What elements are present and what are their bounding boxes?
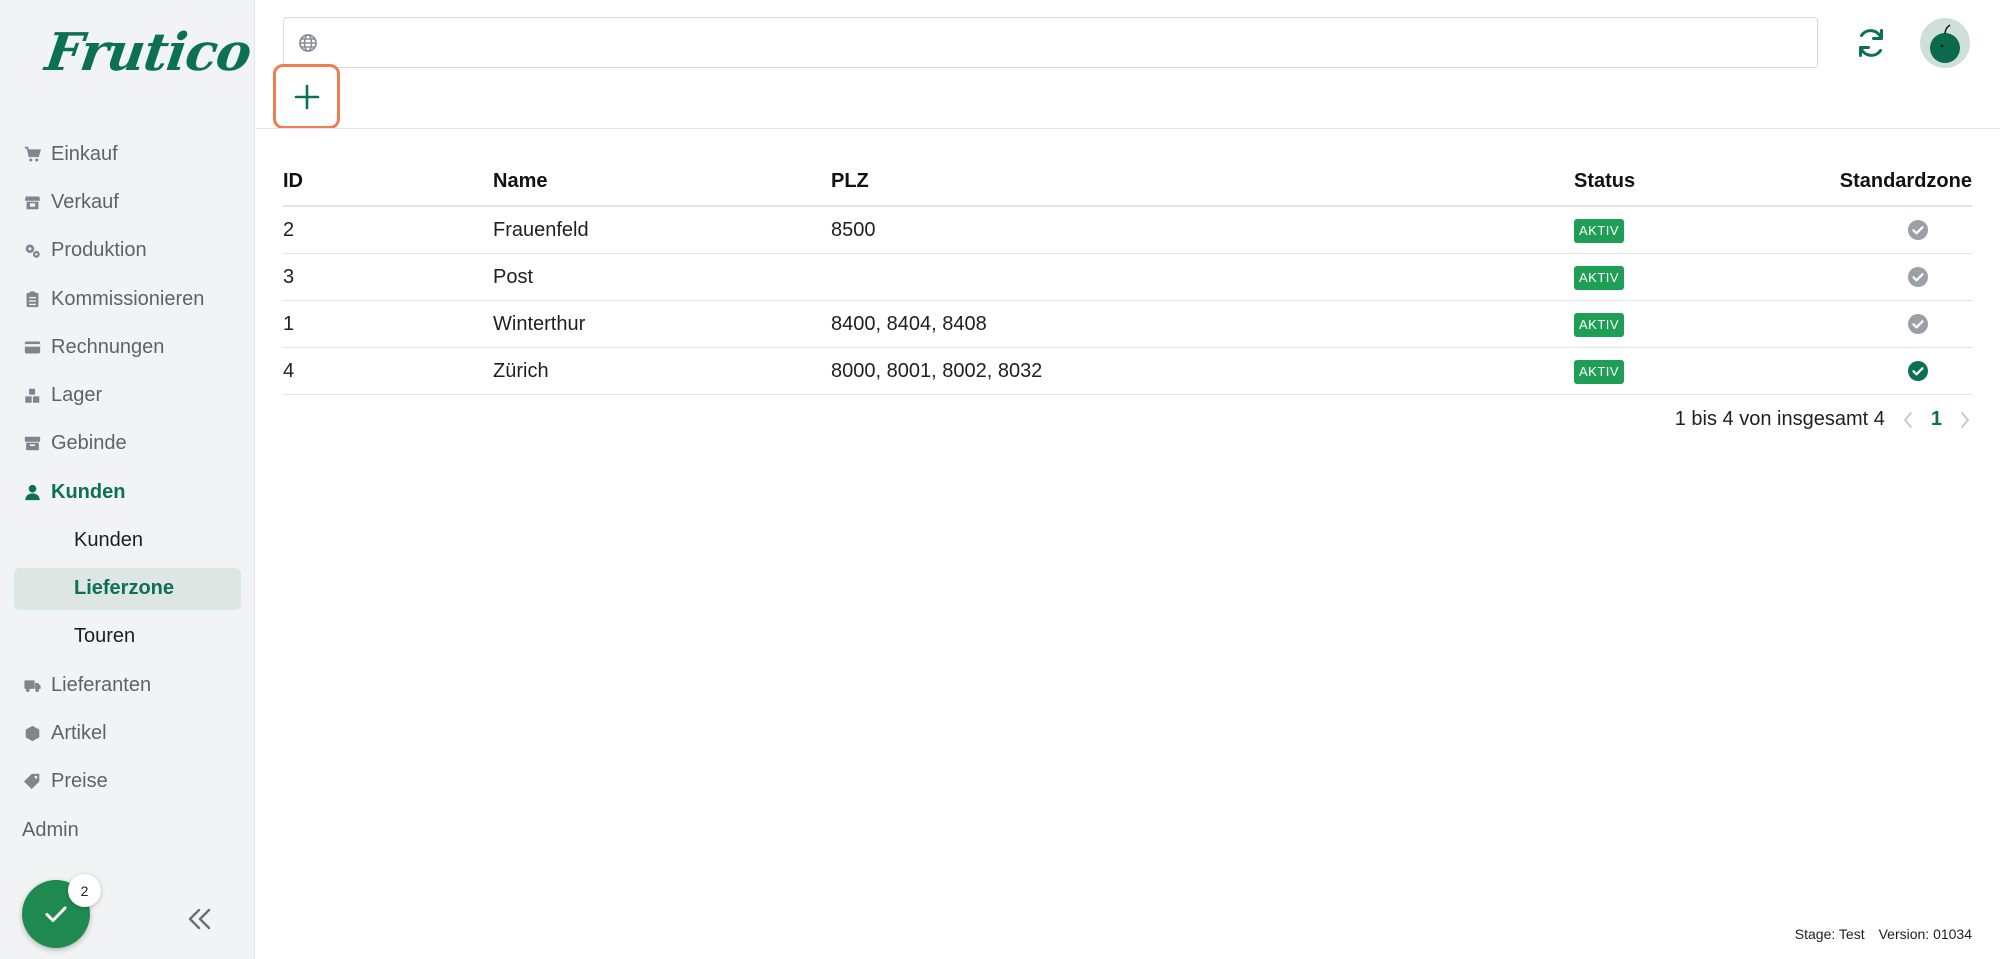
table-header-row: ID Name PLZ Status Standardzone: [283, 158, 1972, 207]
url-input[interactable]: [328, 22, 1817, 63]
version-label: Version: 01034: [1878, 926, 1972, 942]
tasks-count-badge: 2: [68, 874, 101, 907]
chevron-right-icon[interactable]: [1958, 410, 1972, 430]
table-row[interactable]: 1 Winterthur 8400, 8404, 8408 AKTIV: [283, 301, 1972, 348]
sidebar-item-label: Kunden: [51, 480, 126, 503]
pagination-current-page[interactable]: 1: [1931, 408, 1942, 431]
sidebar-item-lager[interactable]: Lager: [0, 371, 255, 419]
cube-icon: [22, 723, 42, 743]
pagination: 1 bis 4 von insgesamt 4 1: [1675, 408, 1972, 431]
collapse-sidebar-button[interactable]: [184, 904, 214, 934]
footer: Stage: Test Version: 01034: [1795, 926, 1972, 942]
cell-name: Post: [493, 265, 534, 288]
table-row[interactable]: 2 Frauenfeld 8500 AKTIV: [283, 207, 1972, 254]
cell-id: 4: [283, 359, 295, 382]
cell-name: Winterthur: [493, 312, 586, 335]
user-avatar[interactable]: [1920, 18, 1970, 68]
column-header-name[interactable]: Name: [493, 170, 831, 193]
user-icon: [22, 482, 42, 502]
status-badge: AKTIV: [1574, 312, 1625, 337]
double-chevron-left-icon: [188, 908, 211, 930]
column-header-plz[interactable]: PLZ: [831, 170, 1574, 193]
sidebar-item-label: Admin: [22, 818, 79, 841]
table-row[interactable]: 4 Zürich 8000, 8001, 8002, 8032 AKTIV: [283, 348, 1972, 395]
chevron-left-icon[interactable]: [1901, 410, 1915, 430]
sidebar-item-label: Lieferanten: [51, 673, 152, 696]
cell-plz: 8000, 8001, 8002, 8032: [831, 359, 1043, 382]
column-header-id[interactable]: ID: [283, 170, 493, 193]
sidebar-item-verkauf[interactable]: Verkauf: [0, 178, 255, 226]
cell-id: 2: [283, 218, 295, 241]
cart-icon: [22, 144, 42, 164]
sidebar-item-admin[interactable]: Admin: [0, 806, 255, 854]
check-circle-icon: [1908, 314, 1928, 334]
sidebar-item-produktion[interactable]: Produktion: [0, 227, 255, 275]
sidebar-item-label: Einkauf: [51, 142, 118, 165]
sidebar-item-kunden[interactable]: Kunden: [0, 468, 255, 516]
sidebar-item-preise[interactable]: Preise: [0, 758, 255, 806]
check-circle-icon: [1908, 267, 1928, 287]
status-badge: AKTIV: [1574, 359, 1625, 384]
sidebar-subitem-label: Touren: [74, 625, 136, 648]
sidebar-item-gebinde[interactable]: Gebinde: [0, 420, 255, 468]
cell-plz: 8400, 8404, 8408: [831, 312, 987, 335]
lieferzone-table: ID Name PLZ Status Standardzone 2 Frauen…: [283, 158, 1972, 395]
app-logo[interactable]: Frutico: [42, 22, 255, 83]
header-divider: [256, 128, 2000, 129]
cell-name: Zürich: [493, 359, 549, 382]
sidebar-item-label: Verkauf: [51, 190, 119, 213]
cell-plz: 8500: [831, 218, 876, 241]
sidebar-item-label: Kommissionieren: [51, 287, 205, 310]
sidebar-item-label: Rechnungen: [51, 335, 165, 358]
check-circle-icon: [1908, 220, 1928, 240]
table-row[interactable]: 3 Post AKTIV: [283, 254, 1972, 301]
gears-icon: [22, 241, 42, 261]
globe-icon: [299, 33, 317, 52]
status-badge: AKTIV: [1574, 265, 1625, 290]
sidebar-item-label: Lager: [51, 384, 103, 407]
sidebar-item-label: Produktion: [51, 239, 147, 262]
archive-box-icon: [22, 434, 42, 454]
cell-id: 3: [283, 265, 295, 288]
stage-label: Stage: Test: [1794, 926, 1865, 942]
sidebar-item-einkauf[interactable]: Einkauf: [0, 130, 255, 178]
sidebar-subitem-label: Kunden: [74, 529, 143, 552]
sidebar-subitem-kunden[interactable]: Kunden: [0, 516, 255, 564]
store-icon: [22, 192, 42, 212]
column-header-status[interactable]: Status: [1574, 170, 1804, 193]
refresh-button[interactable]: [1853, 25, 1889, 61]
sidebar-item-rechnungen[interactable]: Rechnungen: [0, 323, 255, 371]
sidebar-subitem-lieferzone[interactable]: Lieferzone: [14, 567, 241, 610]
sidebar: Frutico Einkauf Verkauf Produktion Kommi…: [0, 0, 255, 959]
sidebar-item-lieferanten[interactable]: Lieferanten: [0, 661, 255, 709]
status-badge: AKTIV: [1574, 218, 1625, 243]
clipboard-icon: [22, 289, 42, 309]
url-bar[interactable]: [283, 17, 1818, 68]
sidebar-item-kommissionieren[interactable]: Kommissionieren: [0, 275, 255, 323]
tag-icon: [22, 772, 42, 792]
column-header-standardzone[interactable]: Standardzone: [1804, 170, 1972, 193]
apple-avatar-icon: [1930, 24, 1960, 63]
sidebar-item-label: Gebinde: [51, 432, 127, 455]
cell-id: 1: [283, 312, 295, 335]
refresh-icon: [1859, 29, 1883, 57]
cell-name: Frauenfeld: [493, 218, 589, 241]
sidebar-item-label: Preise: [51, 770, 108, 793]
credit-card-icon: [22, 337, 42, 357]
sidebar-item-label: Artikel: [51, 721, 107, 744]
sidebar-subitem-label: Lieferzone: [74, 577, 175, 600]
pagination-summary: 1 bis 4 von insgesamt 4: [1674, 408, 1885, 430]
plus-icon: [294, 84, 319, 109]
sidebar-subitem-touren[interactable]: Touren: [0, 613, 255, 661]
check-icon: [45, 906, 67, 922]
sidebar-nav: Einkauf Verkauf Produktion Kommissionier…: [0, 130, 255, 854]
sidebar-item-artikel[interactable]: Artikel: [0, 709, 255, 757]
add-lieferzone-button[interactable]: [273, 64, 340, 129]
check-circle-active-icon: [1908, 361, 1928, 381]
truck-icon: [22, 675, 42, 695]
boxes-icon: [22, 386, 42, 406]
